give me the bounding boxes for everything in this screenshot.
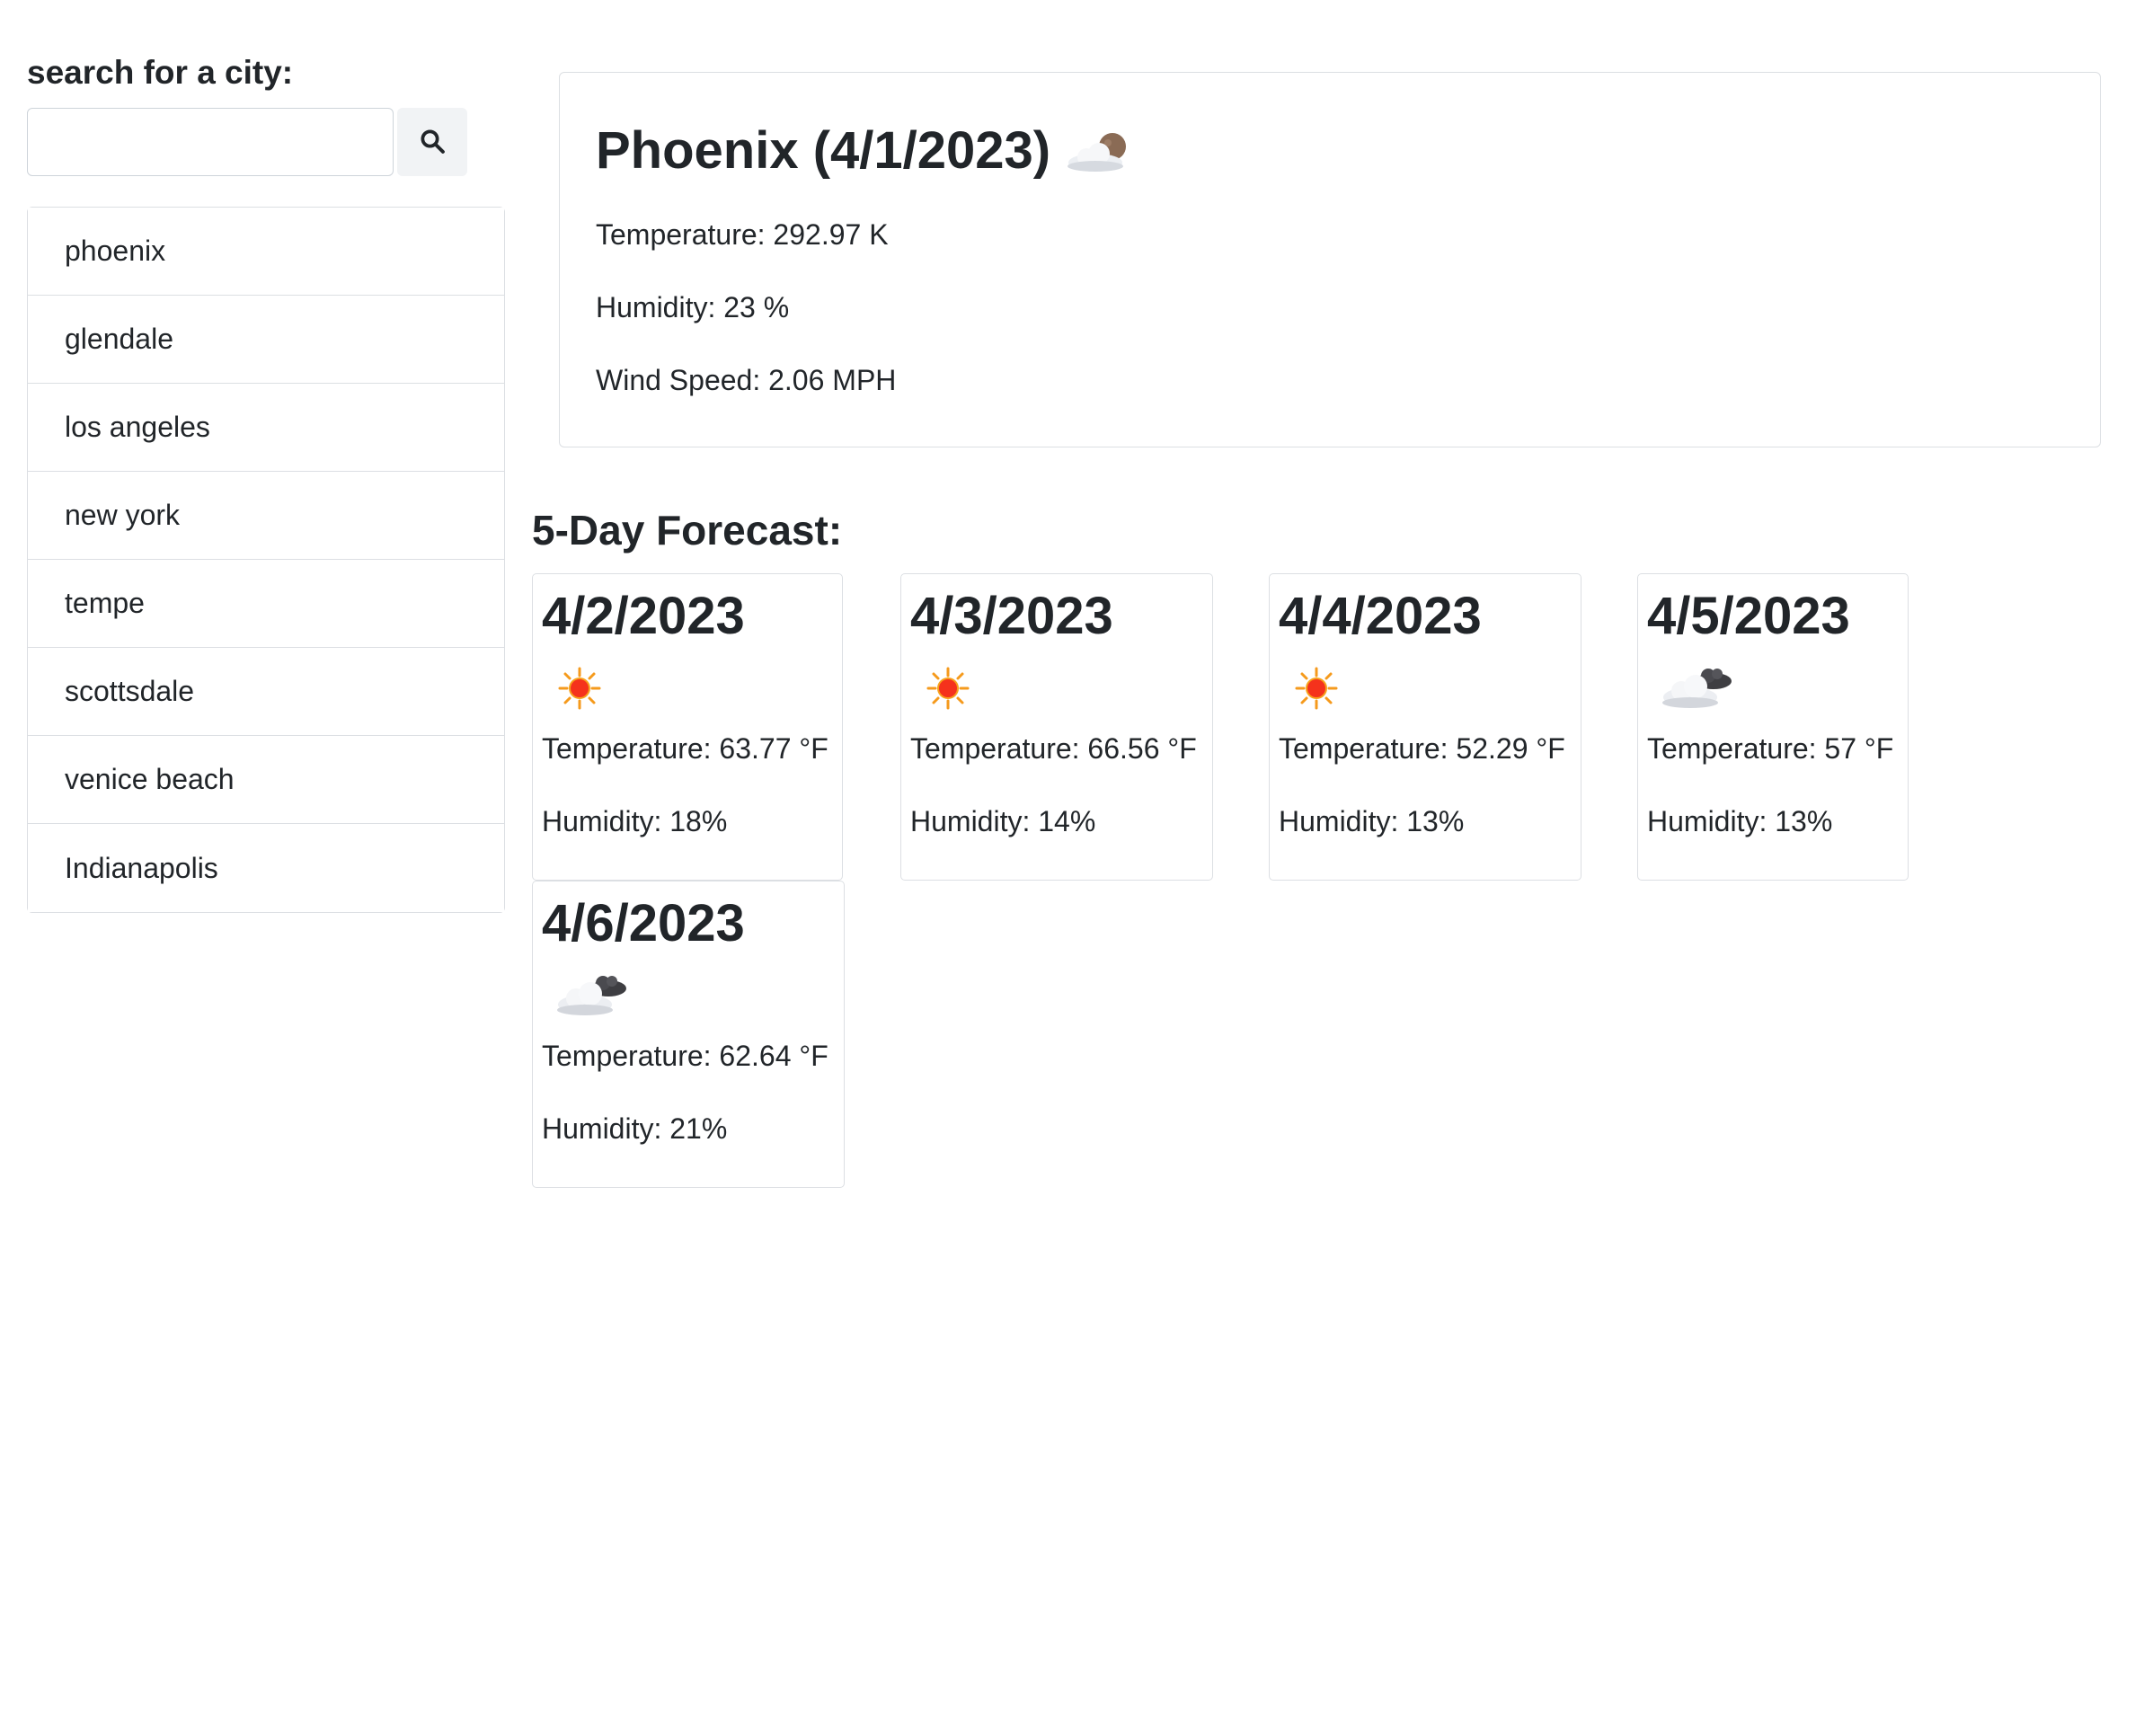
- history-item[interactable]: new york: [28, 472, 504, 560]
- history-item[interactable]: Indianapolis: [28, 824, 504, 912]
- search-icon: [419, 128, 446, 157]
- history-item[interactable]: phoenix: [28, 208, 504, 296]
- search-label: search for a city:: [27, 54, 294, 91]
- forecast-date: 4/6/2023: [542, 894, 745, 952]
- history-item[interactable]: glendale: [28, 296, 504, 384]
- current-wind-speed: Wind Speed: 2.06 MPH: [596, 364, 897, 396]
- current-temperature: Temperature: 292.97 K: [596, 218, 889, 251]
- search-row: [27, 108, 505, 176]
- search-history-list: phoenix glendale los angeles new york te…: [27, 207, 505, 913]
- weather-dashboard: search for a city: phoenix glendale los …: [0, 0, 2144, 1736]
- history-item[interactable]: venice beach: [28, 736, 504, 824]
- forecast-temperature: Temperature: 62.64 °F: [542, 1040, 828, 1072]
- current-humidity: Humidity: 23 %: [596, 291, 790, 323]
- forecast-date: 4/4/2023: [1279, 587, 1482, 645]
- forecast-date: 4/2/2023: [542, 587, 745, 645]
- forecast-temperature: Temperature: 66.56 °F: [910, 732, 1197, 765]
- city-search-input[interactable]: [27, 108, 394, 176]
- forecast-humidity: Humidity: 13%: [1647, 805, 1833, 837]
- forecast-grid: 4/2/2023 Temperature: 63.77 °F Humidity:…: [532, 573, 2144, 1220]
- forecast-temperature: Temperature: 52.29 °F: [1279, 732, 1565, 765]
- search-button[interactable]: [397, 108, 467, 176]
- forecast-card: 4/2/2023 Temperature: 63.77 °F Humidity:…: [532, 573, 843, 881]
- forecast-temperature: Temperature: 57 °F: [1647, 732, 1894, 765]
- cloudy-icon: [542, 953, 835, 1038]
- forecast-temperature: Temperature: 63.77 °F: [542, 732, 828, 765]
- forecast-date: 4/3/2023: [910, 587, 1113, 645]
- forecast-date: 4/5/2023: [1647, 587, 1850, 645]
- history-item[interactable]: los angeles: [28, 384, 504, 472]
- forecast-card: 4/6/2023 Temperature: 62.64 °F Humidity:…: [532, 881, 845, 1188]
- forecast-humidity: Humidity: 21%: [542, 1112, 728, 1145]
- cloud-moon-icon: [1063, 127, 1135, 175]
- forecast-heading: 5-Day Forecast:: [532, 507, 843, 554]
- history-item[interactable]: scottsdale: [28, 648, 504, 736]
- forecast-card: 4/3/2023 Temperature: 66.56 °F Humidity:…: [900, 573, 1213, 881]
- forecast-card: 4/5/2023 Temperature: 57 °F Humidity: 13…: [1637, 573, 1909, 881]
- sun-icon: [1279, 646, 1572, 731]
- history-item[interactable]: tempe: [28, 560, 504, 648]
- forecast-humidity: Humidity: 18%: [542, 805, 728, 837]
- sidebar: search for a city: phoenix glendale los …: [27, 52, 505, 913]
- current-city-title: Phoenix (4/1/2023): [596, 120, 2064, 182]
- cloudy-icon: [1647, 646, 1899, 731]
- current-city-date: Phoenix (4/1/2023): [596, 121, 1051, 180]
- forecast-humidity: Humidity: 13%: [1279, 805, 1465, 837]
- sun-icon: [910, 646, 1203, 731]
- forecast-card: 4/4/2023 Temperature: 52.29 °F Humidity:…: [1269, 573, 1581, 881]
- sun-icon: [542, 646, 833, 731]
- current-weather-card: Phoenix (4/1/2023) Temperature: 292.97 K…: [559, 72, 2101, 447]
- forecast-humidity: Humidity: 14%: [910, 805, 1096, 837]
